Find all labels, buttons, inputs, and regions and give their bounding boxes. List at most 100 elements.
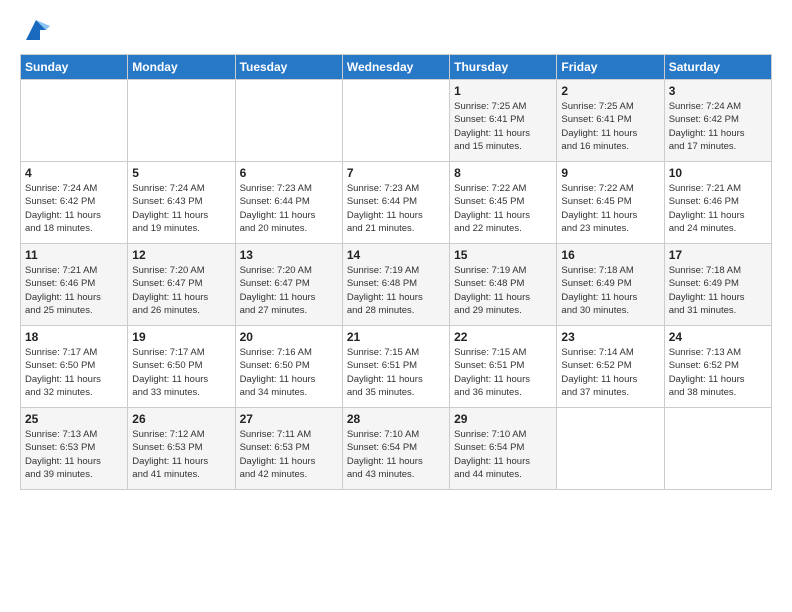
calendar-week-row: 1 Sunrise: 7:25 AM Sunset: 6:41 PM Daylig… [21, 80, 772, 162]
calendar-cell: 5 Sunrise: 7:24 AM Sunset: 6:43 PM Daylig… [128, 162, 235, 244]
calendar-cell: 14 Sunrise: 7:19 AM Sunset: 6:48 PM Dayli… [342, 244, 449, 326]
day-info: Sunrise: 7:19 AM Sunset: 6:48 PM Dayligh… [454, 264, 552, 317]
day-number: 22 [454, 330, 552, 344]
day-number: 12 [132, 248, 230, 262]
calendar-cell: 18 Sunrise: 7:17 AM Sunset: 6:50 PM Dayli… [21, 326, 128, 408]
day-info: Sunrise: 7:22 AM Sunset: 6:45 PM Dayligh… [454, 182, 552, 235]
calendar-cell: 4 Sunrise: 7:24 AM Sunset: 6:42 PM Daylig… [21, 162, 128, 244]
day-info: Sunrise: 7:24 AM Sunset: 6:43 PM Dayligh… [132, 182, 230, 235]
day-info: Sunrise: 7:10 AM Sunset: 6:54 PM Dayligh… [454, 428, 552, 481]
day-info: Sunrise: 7:21 AM Sunset: 6:46 PM Dayligh… [25, 264, 123, 317]
calendar-cell: 9 Sunrise: 7:22 AM Sunset: 6:45 PM Daylig… [557, 162, 664, 244]
calendar-cell: 10 Sunrise: 7:21 AM Sunset: 6:46 PM Dayli… [664, 162, 771, 244]
day-info: Sunrise: 7:22 AM Sunset: 6:45 PM Dayligh… [561, 182, 659, 235]
day-info: Sunrise: 7:18 AM Sunset: 6:49 PM Dayligh… [669, 264, 767, 317]
day-number: 19 [132, 330, 230, 344]
day-number: 17 [669, 248, 767, 262]
day-info: Sunrise: 7:17 AM Sunset: 6:50 PM Dayligh… [25, 346, 123, 399]
day-number: 15 [454, 248, 552, 262]
calendar-week-row: 11 Sunrise: 7:21 AM Sunset: 6:46 PM Dayli… [21, 244, 772, 326]
day-info: Sunrise: 7:15 AM Sunset: 6:51 PM Dayligh… [347, 346, 445, 399]
day-info: Sunrise: 7:17 AM Sunset: 6:50 PM Dayligh… [132, 346, 230, 399]
calendar-body: 1 Sunrise: 7:25 AM Sunset: 6:41 PM Daylig… [21, 80, 772, 490]
day-number: 6 [240, 166, 338, 180]
day-info: Sunrise: 7:25 AM Sunset: 6:41 PM Dayligh… [561, 100, 659, 153]
calendar-cell: 24 Sunrise: 7:13 AM Sunset: 6:52 PM Dayli… [664, 326, 771, 408]
calendar-cell [21, 80, 128, 162]
calendar-cell: 1Sunrise: 7:25 AM Sunset: 6:41 PM Daylig… [450, 80, 557, 162]
calendar-cell: 22 Sunrise: 7:15 AM Sunset: 6:51 PM Dayli… [450, 326, 557, 408]
day-number: 8 [454, 166, 552, 180]
logo [20, 16, 50, 44]
day-info: Sunrise: 7:15 AM Sunset: 6:51 PM Dayligh… [454, 346, 552, 399]
day-info: Sunrise: 7:20 AM Sunset: 6:47 PM Dayligh… [132, 264, 230, 317]
day-info: Sunrise: 7:23 AM Sunset: 6:44 PM Dayligh… [240, 182, 338, 235]
day-number: 27 [240, 412, 338, 426]
day-number: 10 [669, 166, 767, 180]
calendar-cell: 13Sunrise: 7:20 AM Sunset: 6:47 PM Dayli… [235, 244, 342, 326]
calendar-cell: 23 Sunrise: 7:14 AM Sunset: 6:52 PM Dayli… [557, 326, 664, 408]
day-number: 26 [132, 412, 230, 426]
calendar-cell: 6 Sunrise: 7:23 AM Sunset: 6:44 PM Daylig… [235, 162, 342, 244]
day-number: 13 [240, 248, 338, 262]
calendar-cell: 8 Sunrise: 7:22 AM Sunset: 6:45 PM Daylig… [450, 162, 557, 244]
calendar-cell: 16Sunrise: 7:18 AM Sunset: 6:49 PM Dayli… [557, 244, 664, 326]
header-row: SundayMondayTuesdayWednesdayThursdayFrid… [21, 55, 772, 80]
calendar-week-row: 25 Sunrise: 7:13 AM Sunset: 6:53 PM Dayli… [21, 408, 772, 490]
day-info: Sunrise: 7:21 AM Sunset: 6:46 PM Dayligh… [669, 182, 767, 235]
day-number: 2 [561, 84, 659, 98]
calendar-cell [342, 80, 449, 162]
calendar-cell: 28Sunrise: 7:10 AM Sunset: 6:54 PM Dayli… [342, 408, 449, 490]
day-number: 3 [669, 84, 767, 98]
calendar-cell: 15 Sunrise: 7:19 AM Sunset: 6:48 PM Dayli… [450, 244, 557, 326]
day-info: Sunrise: 7:24 AM Sunset: 6:42 PM Dayligh… [669, 100, 767, 153]
calendar-cell: 12 Sunrise: 7:20 AM Sunset: 6:47 PM Dayli… [128, 244, 235, 326]
calendar-cell: 3 Sunrise: 7:24 AM Sunset: 6:42 PM Daylig… [664, 80, 771, 162]
weekday-header: Saturday [664, 55, 771, 80]
weekday-header: Tuesday [235, 55, 342, 80]
calendar-cell: 2 Sunrise: 7:25 AM Sunset: 6:41 PM Daylig… [557, 80, 664, 162]
calendar-cell: 7 Sunrise: 7:23 AM Sunset: 6:44 PM Daylig… [342, 162, 449, 244]
logo-icon [22, 16, 50, 44]
calendar-cell: 17 Sunrise: 7:18 AM Sunset: 6:49 PM Dayli… [664, 244, 771, 326]
day-info: Sunrise: 7:13 AM Sunset: 6:52 PM Dayligh… [669, 346, 767, 399]
day-number: 9 [561, 166, 659, 180]
day-info: Sunrise: 7:24 AM Sunset: 6:42 PM Dayligh… [25, 182, 123, 235]
calendar-cell: 21 Sunrise: 7:15 AM Sunset: 6:51 PM Dayli… [342, 326, 449, 408]
day-number: 5 [132, 166, 230, 180]
day-info: Sunrise: 7:12 AM Sunset: 6:53 PM Dayligh… [132, 428, 230, 481]
calendar-cell [128, 80, 235, 162]
calendar-cell: 19 Sunrise: 7:17 AM Sunset: 6:50 PM Dayli… [128, 326, 235, 408]
calendar-cell: 20Sunrise: 7:16 AM Sunset: 6:50 PM Dayli… [235, 326, 342, 408]
day-number: 7 [347, 166, 445, 180]
day-number: 28 [347, 412, 445, 426]
weekday-header: Thursday [450, 55, 557, 80]
day-number: 14 [347, 248, 445, 262]
day-info: Sunrise: 7:14 AM Sunset: 6:52 PM Dayligh… [561, 346, 659, 399]
page: SundayMondayTuesdayWednesdayThursdayFrid… [0, 0, 792, 500]
calendar-cell: 25 Sunrise: 7:13 AM Sunset: 6:53 PM Dayli… [21, 408, 128, 490]
calendar-cell [557, 408, 664, 490]
day-info: Sunrise: 7:23 AM Sunset: 6:44 PM Dayligh… [347, 182, 445, 235]
calendar-cell: 27Sunrise: 7:11 AM Sunset: 6:53 PM Dayli… [235, 408, 342, 490]
weekday-header: Wednesday [342, 55, 449, 80]
day-number: 1 [454, 84, 552, 98]
day-number: 25 [25, 412, 123, 426]
day-info: Sunrise: 7:13 AM Sunset: 6:53 PM Dayligh… [25, 428, 123, 481]
day-number: 18 [25, 330, 123, 344]
calendar-header: SundayMondayTuesdayWednesdayThursdayFrid… [21, 55, 772, 80]
day-number: 21 [347, 330, 445, 344]
day-number: 16 [561, 248, 659, 262]
day-number: 11 [25, 248, 123, 262]
day-number: 29 [454, 412, 552, 426]
weekday-header: Monday [128, 55, 235, 80]
weekday-header: Sunday [21, 55, 128, 80]
calendar-cell: 11 Sunrise: 7:21 AM Sunset: 6:46 PM Dayli… [21, 244, 128, 326]
day-number: 4 [25, 166, 123, 180]
day-info: Sunrise: 7:19 AM Sunset: 6:48 PM Dayligh… [347, 264, 445, 317]
day-number: 20 [240, 330, 338, 344]
day-number: 23 [561, 330, 659, 344]
day-number: 24 [669, 330, 767, 344]
calendar-cell [235, 80, 342, 162]
calendar-cell: 26 Sunrise: 7:12 AM Sunset: 6:53 PM Dayli… [128, 408, 235, 490]
